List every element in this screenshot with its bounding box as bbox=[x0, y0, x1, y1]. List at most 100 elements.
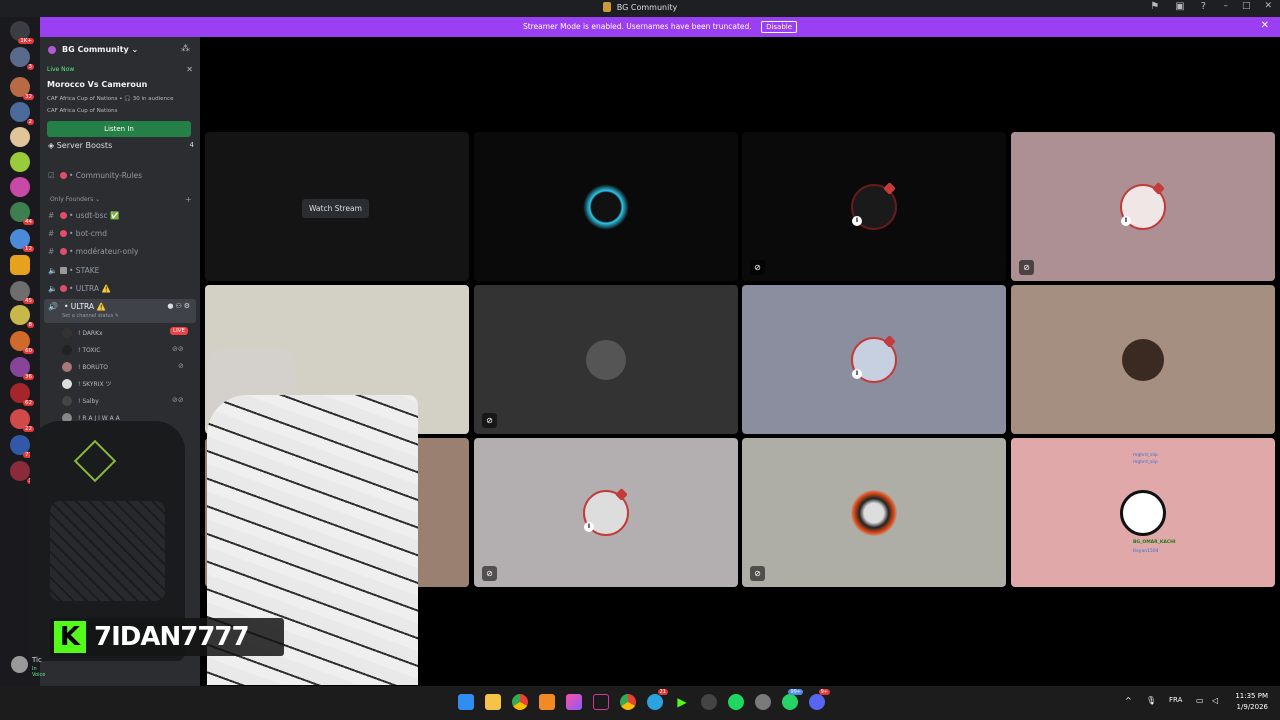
participant-tile[interactable] bbox=[1011, 285, 1275, 434]
watch-stream-button[interactable]: Watch Stream bbox=[302, 199, 369, 218]
channel-name: • usdt-bsc ✅ bbox=[69, 211, 120, 220]
server-icon[interactable] bbox=[10, 177, 30, 197]
file-explorer-icon[interactable] bbox=[485, 694, 501, 710]
streamer-name: 7IDAN7777 bbox=[94, 622, 250, 652]
channel-item[interactable]: # • modérateur-only bbox=[48, 247, 138, 261]
app-icon[interactable] bbox=[593, 694, 609, 710]
muted-icon: ⊘ bbox=[1019, 260, 1034, 275]
server-icon[interactable] bbox=[10, 127, 30, 147]
server-icon[interactable]: 44 bbox=[10, 202, 34, 225]
spotify-icon[interactable] bbox=[728, 694, 744, 710]
stream-tile[interactable]: Watch Stream bbox=[205, 132, 469, 281]
avatar bbox=[1122, 338, 1164, 381]
chrome-icon[interactable] bbox=[620, 694, 636, 710]
server-icon[interactable] bbox=[10, 152, 30, 172]
invite-icon[interactable]: ⚇ bbox=[175, 302, 183, 310]
app-icon[interactable] bbox=[539, 694, 555, 710]
stage-topic: Morocco Vs Cameroun bbox=[47, 80, 148, 89]
discord-icon[interactable]: 9+ bbox=[809, 689, 830, 710]
text-channel-icon: # bbox=[48, 247, 55, 256]
channel-item[interactable]: # • bot-cmd bbox=[48, 229, 107, 243]
channel-name: • modérateur-only bbox=[69, 247, 139, 256]
channel-status[interactable]: Set a channel status ✎ bbox=[62, 313, 119, 319]
participant-tile[interactable]: I ⊘ bbox=[742, 132, 1006, 281]
channel-item[interactable]: # • usdt-bsc ✅ bbox=[48, 211, 119, 225]
participant-tile[interactable]: ⊘ bbox=[474, 285, 738, 434]
kick-app-icon[interactable]: ▶ bbox=[674, 694, 690, 710]
webcam-overlay: K 7IDAN7777 bbox=[0, 335, 420, 685]
channel-item[interactable]: 🔈 • STAKE bbox=[48, 266, 99, 280]
muted-icon: ⊘ bbox=[750, 566, 765, 581]
streamer-mode-banner: Streamer Mode is enabled. Usernames have… bbox=[40, 17, 1280, 37]
avatar bbox=[586, 339, 626, 380]
channel-emoji-icon bbox=[60, 285, 67, 292]
inbox-icon[interactable]: ▣ bbox=[1175, 1, 1184, 12]
listen-in-button[interactable]: Listen In bbox=[47, 121, 191, 137]
maximize-button[interactable]: □ bbox=[1242, 1, 1251, 11]
kick-logo-icon: K bbox=[54, 621, 86, 653]
add-channel-icon[interactable]: + bbox=[185, 195, 192, 204]
telegram-icon[interactable]: 21 bbox=[647, 689, 668, 710]
banner-close-icon[interactable]: ✕ bbox=[1261, 20, 1269, 31]
avatar bbox=[583, 183, 629, 230]
notif-badge: 9+ bbox=[818, 689, 830, 695]
participant-tile[interactable] bbox=[474, 132, 738, 281]
settings-icon[interactable]: ⚙ bbox=[184, 302, 192, 310]
chrome-icon[interactable] bbox=[512, 694, 528, 710]
minimize-button[interactable]: – bbox=[1223, 1, 1228, 11]
active-channel-name: • ULTRA ⚠️ bbox=[64, 302, 106, 311]
server-icon[interactable]: 45 bbox=[10, 281, 34, 304]
invite-people-icon[interactable]: ⁂ bbox=[181, 44, 190, 54]
channel-name: • STAKE bbox=[69, 266, 100, 275]
server-icon-dm[interactable]: 1K+ bbox=[10, 21, 34, 44]
server-icon[interactable]: 3 bbox=[10, 47, 34, 70]
channel-item[interactable]: 🔈 • ULTRA ⚠️ bbox=[48, 284, 111, 298]
participant-tile[interactable]: I bbox=[742, 285, 1006, 434]
participant-tile[interactable]: mghrd_slip mghrd_slip BG_OMAR_KACHI Raya… bbox=[1011, 438, 1275, 587]
server-icon[interactable]: 8 bbox=[10, 305, 34, 328]
active-voice-channel[interactable]: 🔊 • ULTRA ⚠️ Set a channel status ✎ ●⚇⚙ bbox=[44, 299, 196, 323]
server-badge: 1K+ bbox=[18, 38, 34, 44]
server-boosts-count: 4 bbox=[189, 141, 194, 149]
participant-tile[interactable]: I ⊘ bbox=[474, 438, 738, 587]
user-status: In Voice bbox=[32, 666, 46, 678]
category-header[interactable]: Only Founders ⌄ bbox=[50, 196, 100, 203]
language-indicator[interactable]: FRA bbox=[1169, 696, 1182, 704]
start-icon[interactable] bbox=[458, 694, 474, 710]
tray-chevron-icon[interactable]: ^ bbox=[1125, 696, 1132, 705]
server-logo-icon bbox=[48, 46, 56, 54]
channel-emoji-icon bbox=[60, 212, 67, 219]
notif-badge: 99+ bbox=[788, 689, 803, 695]
help-icon[interactable]: ? bbox=[1201, 1, 1206, 12]
notif-badge: 21 bbox=[657, 689, 668, 695]
server-icon[interactable]: 2 bbox=[10, 102, 34, 125]
server-boosts-label: Server Boosts bbox=[56, 141, 113, 150]
microphone-icon[interactable]: 🎙 bbox=[1146, 696, 1156, 705]
channel-item[interactable]: ☑ • Community-Rules bbox=[48, 171, 142, 185]
close-window-button[interactable]: ✕ bbox=[1264, 1, 1272, 11]
settings-app-icon[interactable] bbox=[755, 694, 771, 710]
user-avatar bbox=[11, 656, 28, 673]
server-icon[interactable] bbox=[10, 255, 30, 275]
server-boosts-item[interactable]: ◈ Server Boosts 4 bbox=[48, 141, 194, 150]
disable-streamer-mode-button[interactable]: Disable bbox=[761, 21, 798, 33]
user-panel[interactable]: Tic In Voice bbox=[0, 652, 50, 682]
app-icon[interactable] bbox=[566, 694, 582, 710]
server-icon[interactable]: 12 bbox=[10, 229, 34, 252]
boost-icon: ◈ bbox=[48, 141, 57, 150]
chair-logo-icon bbox=[73, 439, 117, 483]
clock-time: 11:35 PM bbox=[1235, 692, 1268, 700]
network-icon[interactable]: ▭ bbox=[1196, 696, 1204, 705]
flag-icon[interactable]: ⚑ bbox=[1150, 1, 1159, 12]
server-icon[interactable]: 32 bbox=[10, 77, 34, 100]
text-channel-icon: # bbox=[48, 229, 55, 238]
channel-name: • ULTRA ⚠️ bbox=[69, 284, 111, 293]
app-icon[interactable] bbox=[701, 694, 717, 710]
dismiss-live-card-icon[interactable]: ✕ bbox=[186, 65, 193, 74]
participant-tile[interactable]: ⊘ bbox=[742, 438, 1006, 587]
stage-live-card: Live Now ✕ Morocco Vs Cameroun CAF Afric… bbox=[45, 64, 195, 174]
server-header[interactable]: BG Community ⌄ ⁂ bbox=[40, 37, 200, 63]
volume-icon[interactable]: ◁ bbox=[1212, 696, 1218, 705]
whatsapp-icon[interactable]: 99+ bbox=[782, 689, 803, 710]
participant-tile[interactable]: I ⊘ bbox=[1011, 132, 1275, 281]
